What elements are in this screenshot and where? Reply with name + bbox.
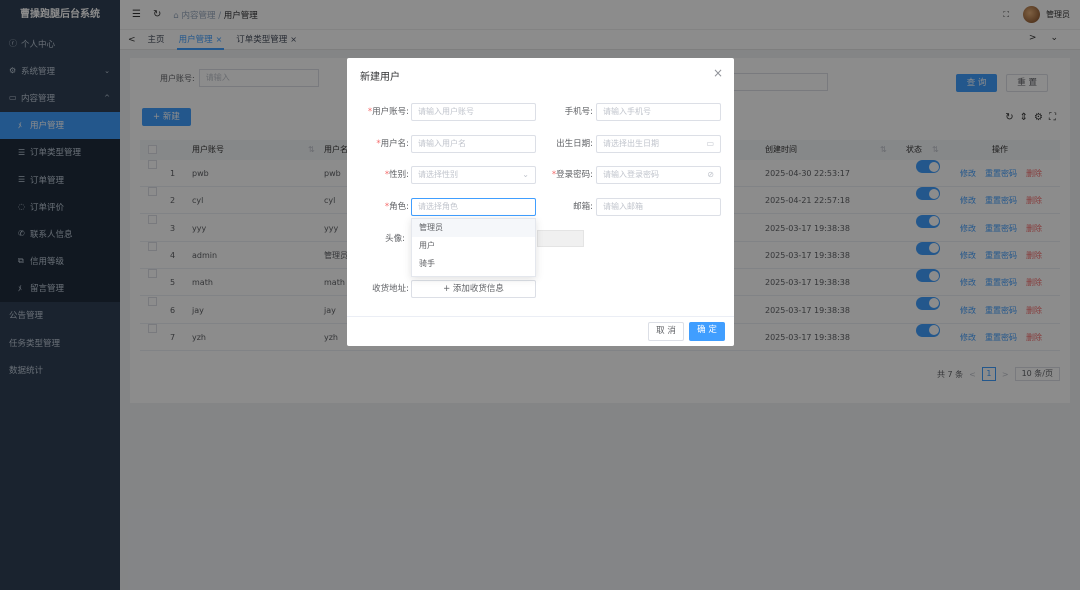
eye-off-icon[interactable]: ⊘ bbox=[707, 167, 714, 183]
gender-label: *性别: bbox=[384, 170, 409, 180]
birthday-picker[interactable]: 请选择出生日期 ▭ bbox=[596, 135, 721, 153]
birthday-label: 出生日期: bbox=[556, 139, 593, 149]
avatar-label: 头像: bbox=[385, 234, 405, 244]
password-input[interactable]: 请输入登录密码 ⊘ bbox=[596, 166, 721, 184]
phone-input[interactable]: 请输入手机号 bbox=[596, 103, 721, 121]
dialog-footer-divider bbox=[347, 316, 734, 317]
address-label: 收货地址: bbox=[372, 284, 409, 294]
username-label: *用户名: bbox=[376, 139, 409, 149]
email-label: 邮箱: bbox=[573, 202, 593, 212]
gender-select[interactable]: 请选择性别 ⌄ bbox=[411, 166, 536, 184]
role-option-rider[interactable]: 骑手 bbox=[412, 255, 535, 273]
dialog-title: 新建用户 bbox=[360, 72, 400, 83]
confirm-button[interactable]: 确 定 bbox=[689, 322, 725, 341]
role-option-user[interactable]: 用户 bbox=[412, 237, 535, 255]
phone-label: 手机号: bbox=[564, 107, 593, 117]
username-input[interactable]: 请输入用户名 bbox=[411, 135, 536, 153]
role-select[interactable]: 请选择角色 bbox=[411, 198, 536, 216]
role-option-admin[interactable]: 管理员 bbox=[412, 219, 535, 237]
role-label: *角色: bbox=[384, 202, 409, 212]
close-icon[interactable]: × bbox=[713, 66, 723, 80]
chevron-down-icon: ⌄ bbox=[522, 170, 529, 179]
account-label: *用户账号: bbox=[367, 107, 409, 117]
role-dropdown: 管理员 用户 骑手 bbox=[411, 218, 536, 277]
email-input[interactable]: 请输入邮箱 bbox=[596, 198, 721, 216]
create-user-dialog: 新建用户 × *用户账号: 请输入用户账号 手机号: 请输入手机号 *用户名: … bbox=[347, 58, 734, 346]
cancel-button[interactable]: 取 消 bbox=[648, 322, 684, 341]
add-address-button[interactable]: + 添加收货信息 bbox=[411, 280, 536, 298]
account-input[interactable]: 请输入用户账号 bbox=[411, 103, 536, 121]
password-label: *登录密码: bbox=[551, 170, 593, 180]
avatar-upload[interactable] bbox=[537, 230, 584, 247]
calendar-icon: ▭ bbox=[706, 139, 714, 148]
